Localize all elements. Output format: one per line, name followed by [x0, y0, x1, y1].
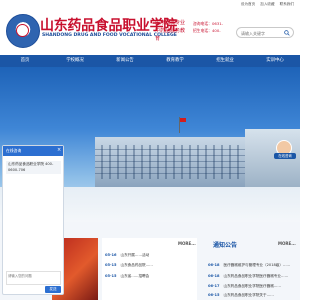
set-homepage-link[interactable]: 设为首页 — [241, 2, 255, 7]
chat-send-button[interactable]: 发送 — [45, 286, 61, 293]
chat-popup: 在线咨询 × 山东药品食品职业学院 400-0600-706 发送 — [2, 145, 64, 295]
notice-title: 医疗器械维护与管理专业（2018级）…… — [223, 263, 291, 267]
nav-news[interactable]: 新闻公告 — [100, 55, 150, 67]
chat-header[interactable]: 在线咨询 × — [3, 146, 63, 156]
notice-heading: 通知公告 — [213, 242, 238, 249]
news-title: 山东食品药品院…… — [120, 263, 153, 267]
close-icon[interactable]: × — [57, 147, 61, 153]
search-box — [236, 27, 294, 38]
flag-icon — [180, 118, 186, 122]
chat-message: 山东药品食品职业学院 400-0600-706 — [6, 161, 61, 174]
nav-about[interactable]: 学校概况 — [50, 55, 100, 67]
top-utility-bar: 设为首页 加入收藏 联系我们 — [0, 0, 300, 12]
notice-date: 06-17 — [208, 284, 220, 288]
phone-line-1: 咨询电话：0631- — [193, 21, 224, 26]
consult-tag[interactable]: 在线咨询 — [274, 153, 296, 159]
nav-home[interactable]: 首页 — [0, 55, 50, 67]
header-phones: 咨询电话：0631- 招生电话：400- — [193, 20, 223, 34]
notice-item[interactable]: 06-17 山东药品食品职业学院医疗器械…… — [208, 284, 300, 289]
notice-item[interactable]: 06-15 山东药品食品职业学院关于…… — [208, 293, 300, 298]
news-item[interactable]: 05-16 山东开展……活动 — [105, 253, 149, 258]
notice-more-link[interactable]: MORE... — [278, 241, 296, 246]
notice-title: 山东药品食品职业学院医疗器械…… — [223, 284, 282, 288]
notice-date: 06-15 — [208, 293, 220, 297]
school-logo[interactable] — [6, 14, 40, 48]
news-list — [102, 238, 197, 300]
header-slogan: 医疗器械专业 中药品服务教育 — [155, 20, 186, 42]
logo-emblem-icon — [16, 24, 29, 37]
chat-input[interactable] — [6, 271, 61, 285]
notice-item[interactable]: 06-18 山东药品食品职业学院医疗器械专业…… — [208, 274, 300, 279]
nav-teaching[interactable]: 教育教学 — [150, 55, 200, 67]
news-date: 05-15 — [105, 263, 117, 267]
add-favorite-link[interactable]: 加入收藏 — [260, 2, 274, 7]
search-input[interactable] — [241, 29, 285, 37]
notice-date: 06-18 — [208, 263, 220, 267]
news-date: 05-16 — [105, 253, 117, 257]
notice-title: 山东药品食品职业学院医疗器械专业…… — [223, 274, 289, 278]
contact-us-link[interactable]: 联系我们 — [280, 2, 294, 7]
news-date: 05-15 — [105, 274, 117, 278]
news-title: 山东省……招聘会 — [120, 274, 150, 278]
notice-date: 06-18 — [208, 274, 220, 278]
top-links: 设为首页 加入收藏 联系我们 — [241, 2, 294, 7]
news-title: 山东开展……活动 — [120, 253, 150, 257]
chat-title: 在线咨询 — [6, 148, 22, 153]
main-nav: 首页 学校概况 新闻公告 教育教学 招生就业 实训中心 — [0, 55, 300, 67]
news-more-link[interactable]: MORE... — [178, 241, 196, 246]
banner-building-windows — [95, 145, 245, 179]
notice-title: 山东药品食品职业学院关于…… — [223, 293, 274, 297]
nav-training[interactable]: 实训中心 — [250, 55, 300, 67]
nav-admissions[interactable]: 招生就业 — [200, 55, 250, 67]
search-icon[interactable] — [284, 30, 290, 36]
news-item[interactable]: 05-15 山东省……招聘会 — [105, 274, 149, 279]
notice-item[interactable]: 06-18 医疗器械维护与管理专业（2018级）…… — [208, 263, 300, 268]
phone-line-2: 招生电话：400- — [193, 28, 221, 33]
news-item[interactable]: 05-15 山东食品药品院…… — [105, 263, 153, 268]
